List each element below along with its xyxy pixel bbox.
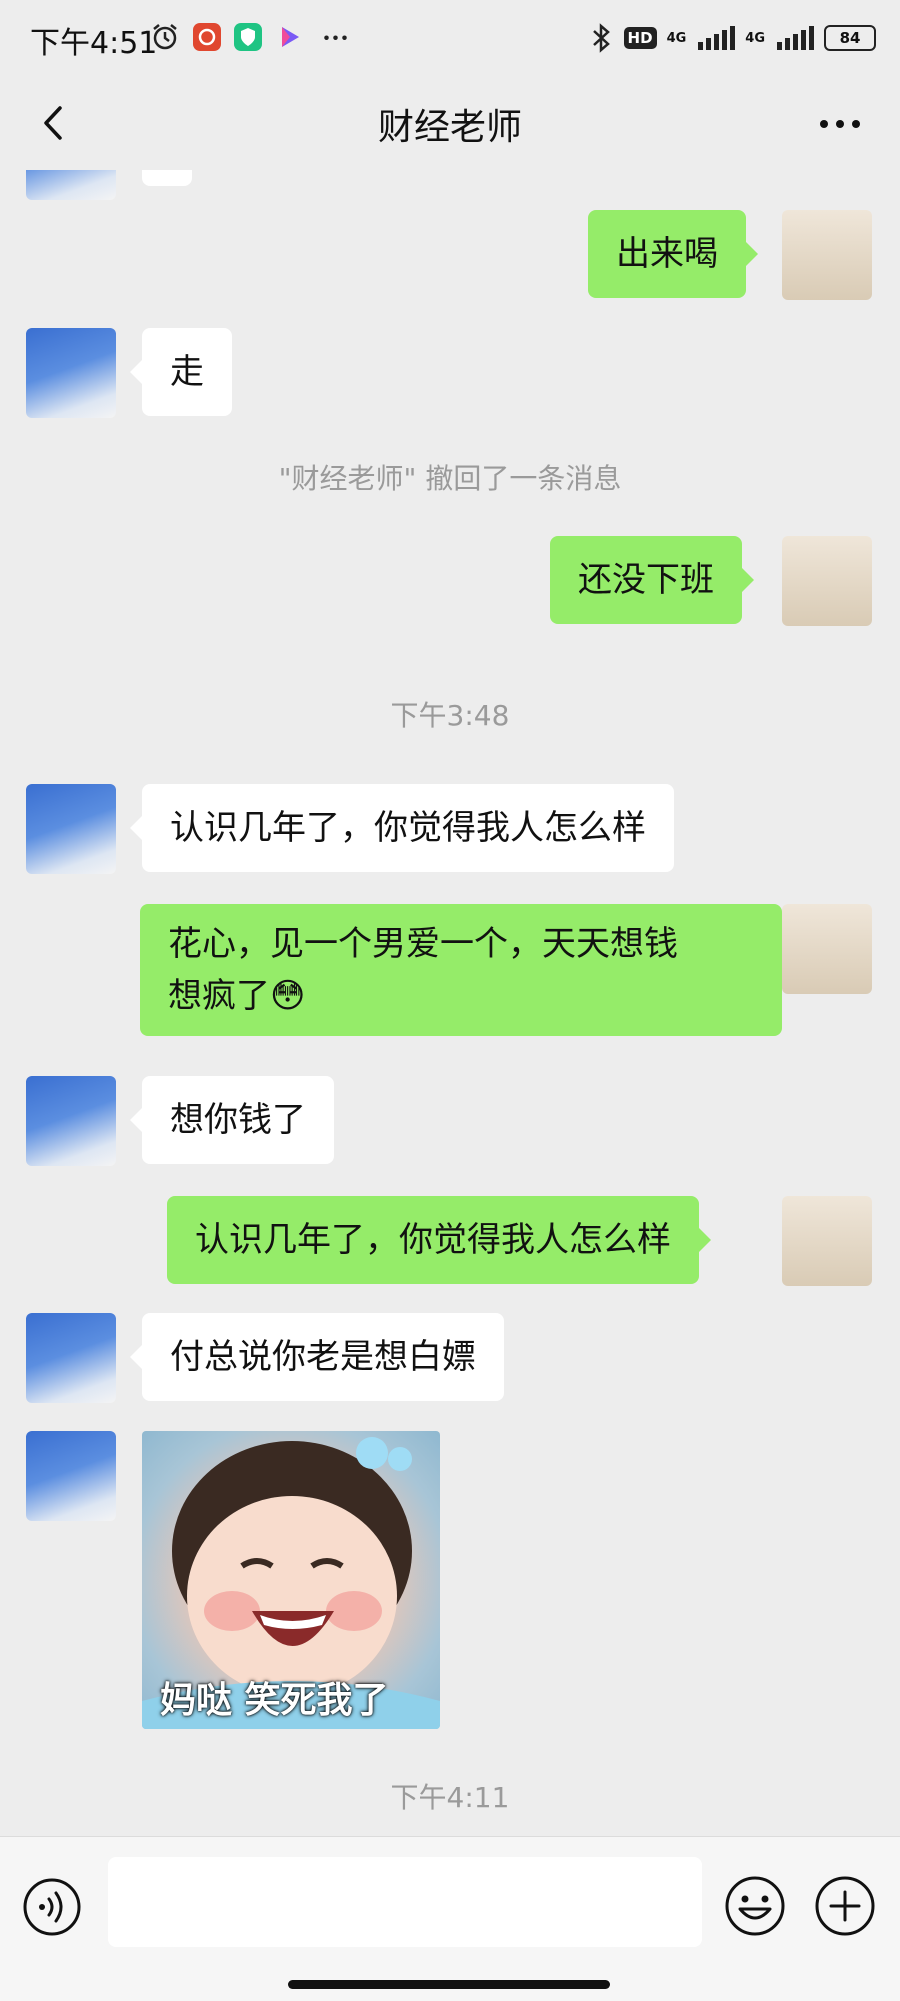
bluetooth-icon bbox=[592, 23, 610, 53]
contact-avatar[interactable] bbox=[26, 1313, 116, 1403]
self-avatar[interactable] bbox=[782, 536, 872, 626]
message-bubble-other[interactable]: 付总说你老是想白嫖 bbox=[130, 1313, 504, 1401]
contact-avatar[interactable] bbox=[26, 328, 116, 418]
recall-notice: "财经老师" 撤回了一条消息 bbox=[278, 462, 622, 495]
status-right: HD 4G 4G 84 bbox=[588, 22, 876, 54]
contact-avatar[interactable] bbox=[26, 1076, 116, 1166]
message-line-1: 花心，见一个男爱一个，天天想钱 bbox=[168, 924, 678, 964]
music-app-icon bbox=[193, 23, 221, 51]
hd-badge: HD bbox=[623, 27, 657, 49]
network-label-1: 4G bbox=[666, 30, 687, 46]
alarm-icon bbox=[153, 24, 177, 50]
self-avatar[interactable] bbox=[782, 210, 872, 300]
message-list[interactable]: 出来喝 走 "财经老师" 撤回了一条消息 还没下班 下午3:48 认识几年了，你… bbox=[0, 170, 900, 1835]
self-avatar[interactable] bbox=[782, 904, 872, 994]
contact-avatar[interactable] bbox=[26, 784, 116, 874]
signal-icon-1 bbox=[698, 26, 736, 50]
plus-icon[interactable] bbox=[814, 1875, 876, 1937]
contact-avatar[interactable] bbox=[26, 170, 116, 200]
chat-title: 财经老师 bbox=[377, 107, 522, 148]
message-bubble-self[interactable]: 花心，见一个男爱一个，天天想钱 想疯了😳 bbox=[140, 904, 794, 1036]
input-bar bbox=[0, 1836, 900, 2001]
home-indicator[interactable] bbox=[288, 1980, 610, 1989]
chat-header: 财经老师 bbox=[0, 78, 900, 170]
message-bubble-self[interactable]: 认识几年了，你觉得我人怎么样 bbox=[167, 1196, 711, 1284]
network-label-2: 4G bbox=[745, 30, 765, 46]
self-avatar[interactable] bbox=[782, 1196, 872, 1286]
contact-avatar[interactable] bbox=[26, 1431, 116, 1521]
more-dots-icon[interactable] bbox=[810, 98, 870, 148]
timestamp: 下午4:11 bbox=[390, 1781, 510, 1814]
signal-icon-2 bbox=[777, 26, 814, 50]
video-app-icon bbox=[282, 27, 299, 47]
message-bubble-self[interactable]: 出来喝 bbox=[588, 210, 758, 298]
message-bubble-self[interactable]: 还没下班 bbox=[550, 536, 754, 624]
security-app-icon bbox=[234, 23, 262, 51]
message-input[interactable] bbox=[108, 1857, 702, 1947]
message-bubble-other[interactable]: 认识几年了，你觉得我人怎么样 bbox=[130, 784, 674, 872]
message-bubble-other[interactable]: 想你钱了 bbox=[130, 1076, 334, 1164]
status-time: 下午4:51 bbox=[30, 26, 158, 61]
more-notifications-icon bbox=[324, 35, 347, 40]
battery-indicator: 84 bbox=[824, 25, 876, 51]
voice-icon[interactable] bbox=[22, 1877, 82, 1937]
message-bubble-partial bbox=[142, 170, 192, 186]
flushed-emoji: 😳 bbox=[270, 976, 306, 1016]
message-line-2: 想疯了😳 bbox=[168, 976, 306, 1016]
emoji-icon[interactable] bbox=[724, 1875, 786, 1937]
sticker-caption: 妈哒 笑死我了 bbox=[160, 1680, 389, 1721]
status-bar: 下午4:51 HD 4G 4G 84 bbox=[0, 0, 900, 78]
message-bubble-other[interactable]: 走 bbox=[130, 328, 232, 416]
sticker-image[interactable]: 妈哒 笑死我了 bbox=[142, 1431, 440, 1729]
timestamp: 下午3:48 bbox=[390, 699, 510, 732]
